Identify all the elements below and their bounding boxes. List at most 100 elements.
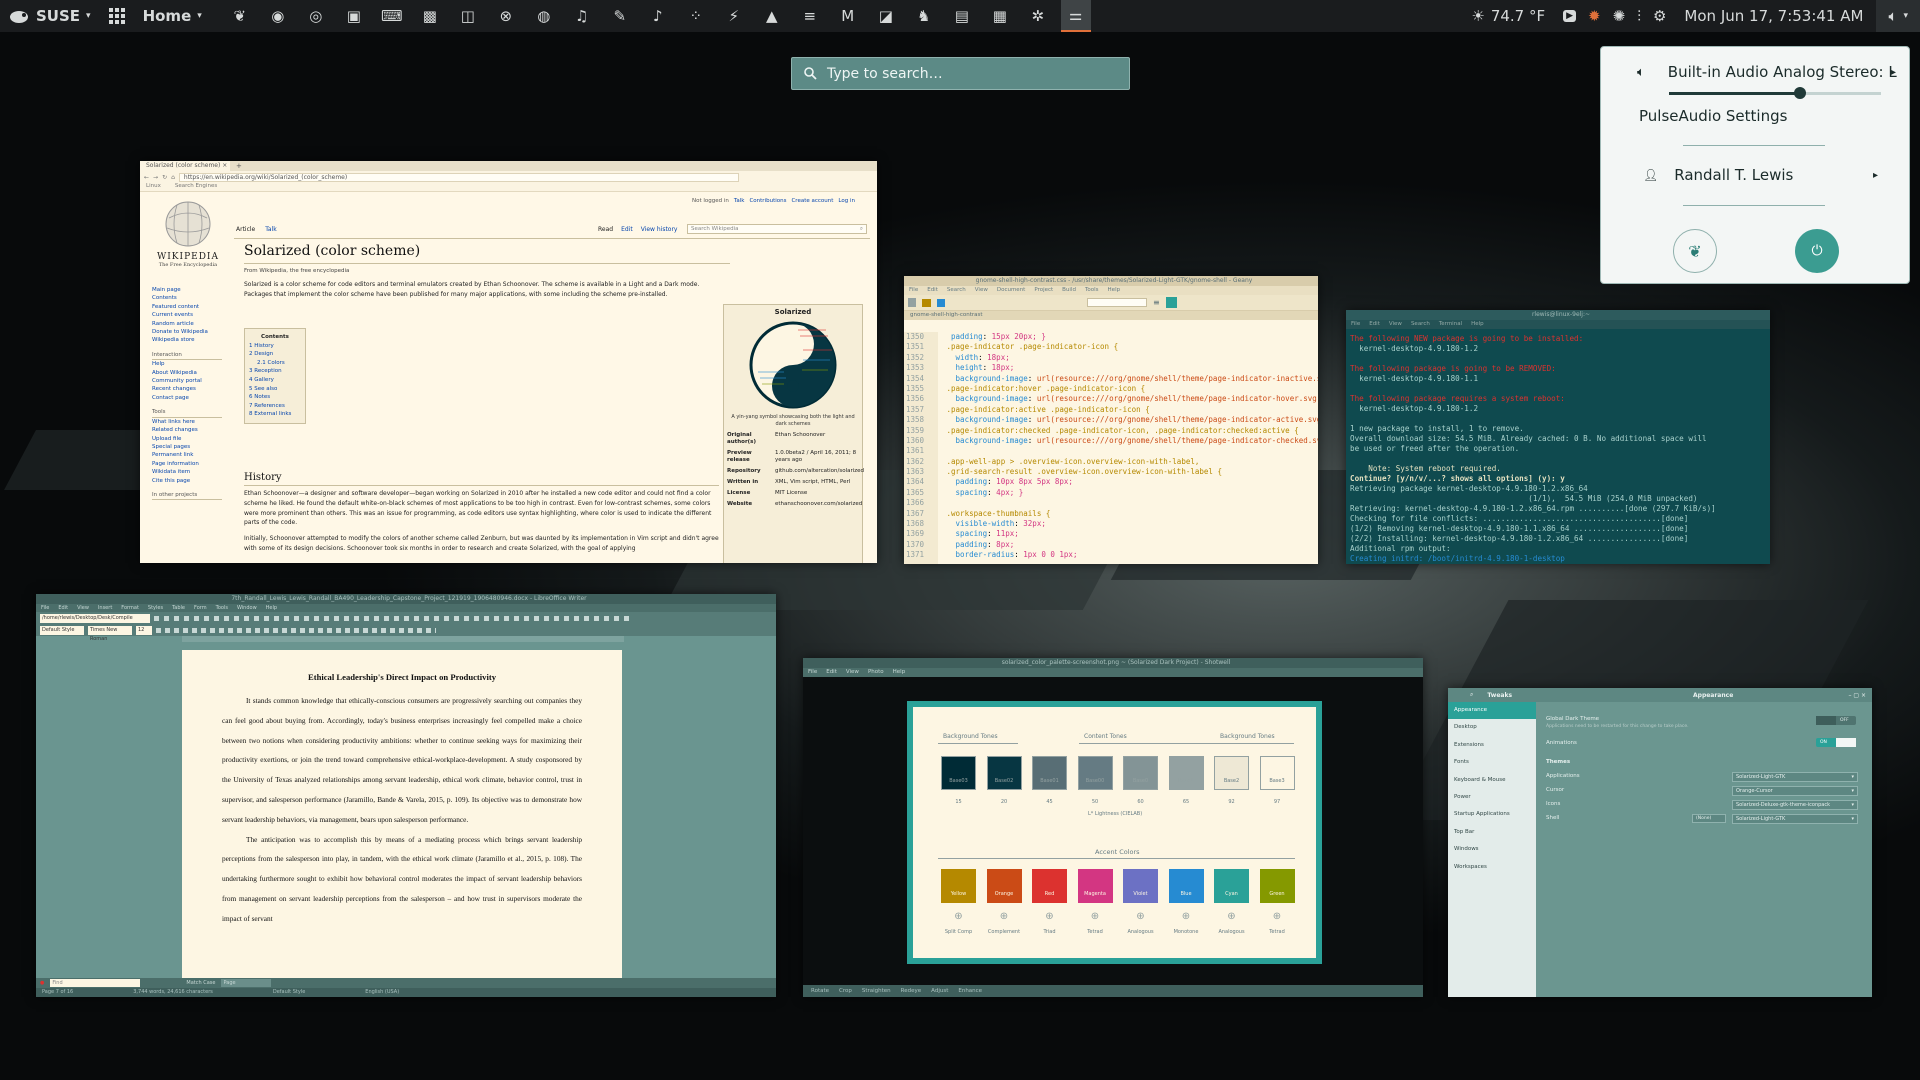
menu-item[interactable]: Project bbox=[1034, 286, 1053, 295]
bookmark-linux[interactable]: Linux bbox=[146, 183, 161, 191]
shell-none-button[interactable]: (None) bbox=[1692, 814, 1726, 823]
accent-magenta[interactable] bbox=[1077, 869, 1113, 903]
volume-slider-handle[interactable] bbox=[1794, 87, 1807, 99]
swatch-base03[interactable] bbox=[941, 756, 976, 790]
photo-tool[interactable]: Adjust bbox=[931, 985, 948, 997]
menu-item[interactable]: Tools bbox=[216, 604, 228, 612]
user-link[interactable]: Contributions bbox=[749, 198, 786, 204]
menu-item[interactable]: Help bbox=[1471, 320, 1484, 329]
menu-item[interactable]: View bbox=[1389, 320, 1402, 329]
document-icon[interactable]: ▦ bbox=[985, 0, 1015, 32]
menu-item[interactable]: Format bbox=[121, 604, 139, 612]
editor-icon[interactable]: ▣ bbox=[339, 0, 369, 32]
swatch-base1[interactable] bbox=[1168, 756, 1204, 790]
sidebar-interaction-link[interactable]: Help bbox=[152, 360, 222, 368]
clock[interactable]: Mon Jun 17, 7:53:41 AM bbox=[1675, 0, 1872, 32]
menu-item[interactable]: Document bbox=[997, 286, 1026, 295]
menu-item[interactable]: Edit bbox=[1369, 320, 1380, 329]
browser-icon[interactable]: ◍ bbox=[529, 0, 559, 32]
chrome-icon[interactable]: ◎ bbox=[301, 0, 331, 32]
tweaks-nav-item[interactable]: Keyboard & Mouse bbox=[1448, 772, 1536, 789]
photo-tool[interactable]: Redeye bbox=[901, 985, 921, 997]
toc-item[interactable]: 5 See also bbox=[249, 385, 301, 394]
palette-image[interactable]: Background Tones Content Tones Backgroun… bbox=[907, 701, 1322, 964]
reload-icon[interactable]: ↻ bbox=[162, 174, 167, 181]
new-tab-button[interactable]: + bbox=[236, 162, 242, 170]
activities-button[interactable]: SUSE ▾ bbox=[0, 0, 100, 32]
gear-icon[interactable]: ⚙ bbox=[1653, 7, 1666, 25]
system-menu-button[interactable]: 🔈︎ ▾ bbox=[1876, 0, 1920, 32]
pulseaudio-settings-item[interactable]: PulseAudio Settings bbox=[1639, 107, 1787, 125]
toc-item[interactable]: 1 History bbox=[249, 342, 301, 351]
accent-yellow[interactable] bbox=[941, 869, 976, 903]
find-style-select[interactable]: Page bbox=[221, 979, 272, 987]
toc-item[interactable]: 2 Design bbox=[249, 350, 301, 359]
user-link[interactable]: Log in bbox=[838, 198, 855, 204]
menu-item[interactable]: Insert bbox=[98, 604, 112, 612]
menu-item[interactable]: Edit bbox=[927, 286, 938, 295]
menu-item[interactable]: File bbox=[909, 286, 918, 295]
menu-item[interactable]: Photo bbox=[868, 668, 884, 677]
tweaks-nav-item[interactable]: Windows bbox=[1448, 841, 1536, 858]
tweaks-nav-item[interactable]: Power bbox=[1448, 789, 1536, 806]
microphone-icon[interactable]: ♪ bbox=[643, 0, 673, 32]
toc-item[interactable]: 2.1 Colors bbox=[249, 359, 301, 368]
document-tab[interactable]: gnome-shell-high-contrast bbox=[904, 311, 1318, 320]
menu-item[interactable]: Styles bbox=[148, 604, 163, 612]
grid-icon[interactable]: ⁘ bbox=[681, 0, 711, 32]
shotwell-window[interactable]: solarized_color_palette-screenshot.png ~… bbox=[803, 658, 1423, 997]
power-button[interactable]: ⏻ bbox=[1795, 229, 1839, 273]
menu-item[interactable]: View bbox=[975, 286, 988, 295]
screenshot-icon[interactable]: ◫ bbox=[453, 0, 483, 32]
theme-select-shell[interactable]: Solarized-Light-GTK ▾ bbox=[1732, 814, 1858, 824]
tweaks-nav-item[interactable]: Desktop bbox=[1448, 719, 1536, 736]
settings-button[interactable]: ❦ bbox=[1673, 229, 1717, 273]
open-file-icon[interactable] bbox=[922, 298, 931, 307]
menu-item[interactable]: Search bbox=[1411, 320, 1430, 329]
tab-edit[interactable]: Edit bbox=[621, 226, 633, 233]
sidebar-tools-link[interactable]: What links here bbox=[152, 418, 222, 426]
workspace-menu[interactable]: Home ▾ bbox=[134, 0, 211, 32]
code-editor[interactable]: 1350 1351 1352 1353 1354 1355 1356 1357 1358 1359… bbox=[904, 332, 1318, 564]
accent-violet[interactable] bbox=[1123, 869, 1158, 903]
user-link[interactable]: Talk bbox=[734, 198, 745, 204]
sidebar-nav-link[interactable]: Current events bbox=[152, 311, 222, 319]
tweaks-nav-item[interactable]: Appearance bbox=[1448, 702, 1536, 720]
browser-tab[interactable]: Solarized (color scheme) × bbox=[140, 161, 230, 171]
terminal-output[interactable]: The following NEW package is going to be… bbox=[1346, 329, 1770, 564]
accent-orange[interactable] bbox=[986, 869, 1022, 903]
sidebar-interaction-link[interactable]: About Wikipedia bbox=[152, 369, 222, 377]
audio-wave-icon[interactable]: ⫶ bbox=[1637, 7, 1641, 25]
volume-slider[interactable] bbox=[1669, 87, 1881, 99]
menu-item[interactable]: Help bbox=[893, 668, 906, 677]
tab-read[interactable]: Read bbox=[598, 226, 613, 233]
font-size-select[interactable]: 12 bbox=[136, 625, 152, 635]
user-menu-item[interactable]: 👤︎ Randall T. Lewis ▸ bbox=[1643, 166, 1888, 184]
swatch-base0[interactable] bbox=[1123, 756, 1158, 790]
gecko-icon[interactable]: ❦ bbox=[225, 0, 255, 32]
theme-select-icons[interactable]: Solarized-Deluxe-gtk-theme-iconpack ▾ bbox=[1732, 800, 1858, 810]
geany-window[interactable]: gnome-shell-high-contrast.css - /usr/sha… bbox=[904, 276, 1318, 564]
toc-item[interactable]: 6 Notes bbox=[249, 393, 301, 402]
outlook-icon[interactable]: ◪ bbox=[871, 0, 901, 32]
menu-item[interactable]: View bbox=[846, 668, 859, 677]
bag-icon[interactable]: ▤ bbox=[947, 0, 977, 32]
sidebar-nav-link[interactable]: Contents bbox=[152, 294, 222, 302]
jump-icon[interactable]: ≡ bbox=[1153, 298, 1160, 307]
menu-item[interactable]: Edit bbox=[58, 604, 68, 612]
swatch-base2[interactable] bbox=[1214, 756, 1249, 790]
animations-switch[interactable]: ON bbox=[1816, 738, 1856, 747]
menu-item[interactable]: Tools bbox=[1085, 286, 1099, 295]
sidebar-tools-link[interactable]: Special pages bbox=[152, 443, 222, 451]
accent-blue[interactable] bbox=[1168, 869, 1204, 903]
menu-item[interactable]: Terminal bbox=[1439, 320, 1462, 329]
tweaks-nav-item[interactable]: Top Bar bbox=[1448, 824, 1536, 841]
terminal-icon[interactable]: ⌨ bbox=[377, 0, 407, 32]
menu-item[interactable]: Form bbox=[194, 604, 207, 612]
menu-item[interactable]: Edit bbox=[826, 668, 837, 677]
youtube-icon[interactable]: ▶ bbox=[1563, 10, 1577, 22]
wiki-search-input[interactable]: Search Wikipedia ⌕ bbox=[687, 224, 867, 234]
photo-tool[interactable]: Rotate bbox=[811, 985, 829, 997]
swatch-base3[interactable] bbox=[1259, 756, 1295, 790]
tweaks-icon[interactable]: ⚌ bbox=[1060, 0, 1091, 32]
